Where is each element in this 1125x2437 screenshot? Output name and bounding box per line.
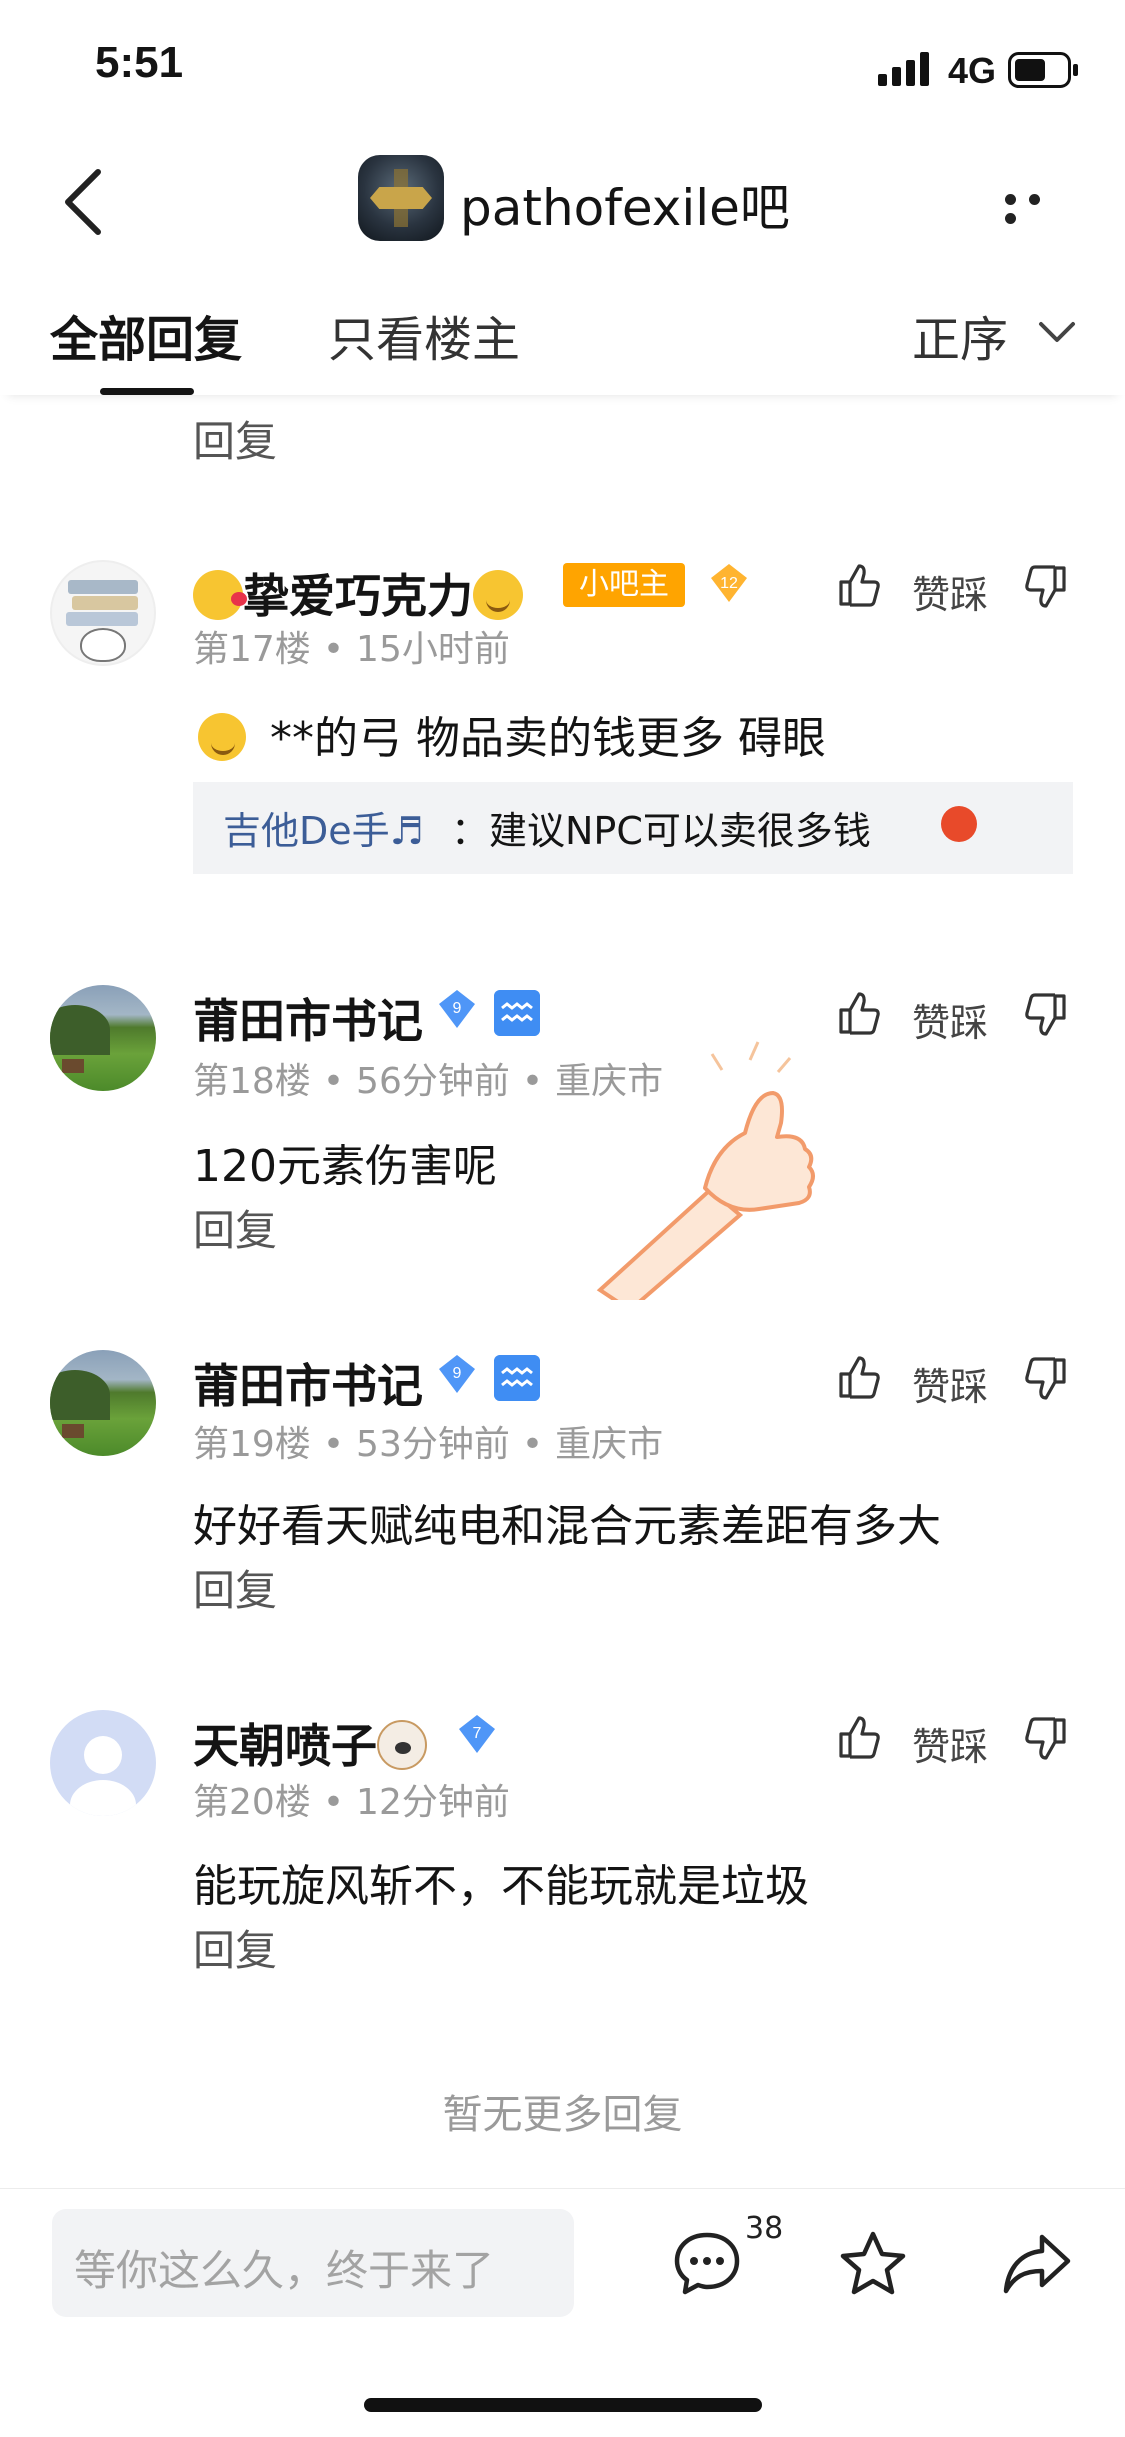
network-type: 4G: [948, 50, 997, 91]
reply-link[interactable]: 回复: [193, 1917, 277, 1978]
username[interactable]: 莆田市书记: [193, 1350, 423, 1416]
forum-logo[interactable]: [358, 155, 444, 241]
smile-emoji-icon: [473, 570, 523, 620]
like-dislike-label: 赞踩: [912, 573, 989, 617]
share-icon[interactable]: [1002, 2229, 1072, 2299]
tab-active-indicator: [100, 388, 194, 395]
reply-tabs: 全部回复 只看楼主 正序: [0, 280, 1125, 395]
status-time: 5:51: [95, 38, 184, 87]
svg-text:9: 9: [453, 1000, 462, 1017]
sub-reply-author[interactable]: 吉他De手♬: [223, 800, 424, 855]
thumbs-down-icon[interactable]: [1020, 562, 1070, 612]
tab-all-replies[interactable]: 全部回复: [50, 300, 242, 370]
comment-count: 38: [745, 2211, 784, 2246]
post-meta: 第19楼 • 53分钟前 • 重庆市: [193, 1424, 664, 1465]
chevron-down-icon[interactable]: [1038, 320, 1076, 344]
nav-header: pathofexile吧: [0, 140, 1125, 260]
sort-dropdown[interactable]: 正序: [912, 300, 1008, 370]
post-content: 能玩旋风斩不，不能玩就是垃圾: [193, 1861, 809, 1912]
svg-text:9: 9: [453, 1365, 462, 1382]
smiling-emoji-icon: [198, 713, 246, 761]
level-badge-icon: 7: [459, 1715, 495, 1753]
username[interactable]: 莆田市书记: [193, 985, 423, 1051]
level-badge-icon: 9: [439, 1355, 475, 1393]
reply-link[interactable]: 回复: [193, 408, 277, 469]
reply-input[interactable]: 等你这么久，终于来了: [52, 2209, 574, 2317]
forum-name[interactable]: pathofexile吧: [460, 168, 790, 240]
moderator-badge: 小吧主: [563, 563, 685, 607]
dog-emoji-icon: [377, 1720, 427, 1770]
avatar[interactable]: [50, 1710, 156, 1816]
like-dislike-label: 赞踩: [912, 1365, 989, 1409]
tab-owner-only[interactable]: 只看楼主: [328, 300, 520, 370]
avatar[interactable]: [50, 1350, 156, 1456]
like-dislike-label: 赞踩: [912, 1001, 989, 1045]
post-content: 120元素伤害呢: [193, 1141, 497, 1192]
reply-input-placeholder: 等你这么久，终于来了: [74, 2246, 495, 2295]
home-indicator[interactable]: [364, 2398, 762, 2412]
avatar[interactable]: [50, 985, 156, 1091]
thumbs-up-animation-icon: [596, 1041, 815, 1300]
signal-icon: [878, 52, 929, 86]
username[interactable]: 挚爱巧克力: [193, 560, 523, 626]
svg-text:7: 7: [473, 1725, 482, 1742]
reply-link[interactable]: 回复: [193, 1557, 277, 1618]
avatar[interactable]: [50, 560, 156, 666]
like-dislike-label: 赞踩: [912, 1725, 989, 1769]
aquarius-icon: [494, 1355, 540, 1401]
thumbs-up-icon[interactable]: [835, 1352, 885, 1402]
star-icon[interactable]: [838, 2229, 908, 2299]
post-content: **的弓 物品卖的钱更多 碍眼: [198, 702, 826, 766]
post-content: 好好看天赋纯电和混合元素差距有多大: [193, 1501, 941, 1552]
kiss-emoji-icon: [193, 570, 247, 620]
post-meta: 第17楼 • 15小时前: [193, 629, 510, 670]
svg-text:12: 12: [720, 575, 738, 592]
thumbs-up-icon[interactable]: [835, 1712, 885, 1762]
thumbs-up-icon[interactable]: [835, 560, 885, 610]
level-badge-icon: 9: [439, 990, 475, 1028]
post-meta: 第20楼 • 12分钟前: [193, 1782, 510, 1823]
thumbs-down-icon[interactable]: [1020, 1714, 1070, 1764]
more-options-icon[interactable]: [1005, 190, 1075, 224]
sub-reply[interactable]: 吉他De手♬ ：建议NPC可以卖很多钱: [193, 782, 1073, 874]
back-icon[interactable]: [52, 162, 122, 242]
sub-reply-text: ：建议NPC可以卖很多钱: [451, 809, 871, 853]
username[interactable]: 天朝喷子: [193, 1710, 427, 1776]
angry-emoji-icon: [941, 806, 977, 842]
level-badge-icon: 12: [711, 564, 747, 602]
battery-icon: [1008, 52, 1078, 88]
reply-link[interactable]: 回复: [193, 1197, 277, 1258]
thumbs-down-icon[interactable]: [1020, 1354, 1070, 1404]
comment-icon[interactable]: [672, 2229, 742, 2299]
aquarius-icon: [494, 990, 540, 1036]
status-bar: 5:51 4G: [0, 0, 1125, 140]
thumbs-down-icon[interactable]: [1020, 990, 1070, 1040]
thumbs-up-icon[interactable]: [835, 988, 885, 1038]
no-more-replies: 暂无更多回复: [442, 2092, 683, 2138]
